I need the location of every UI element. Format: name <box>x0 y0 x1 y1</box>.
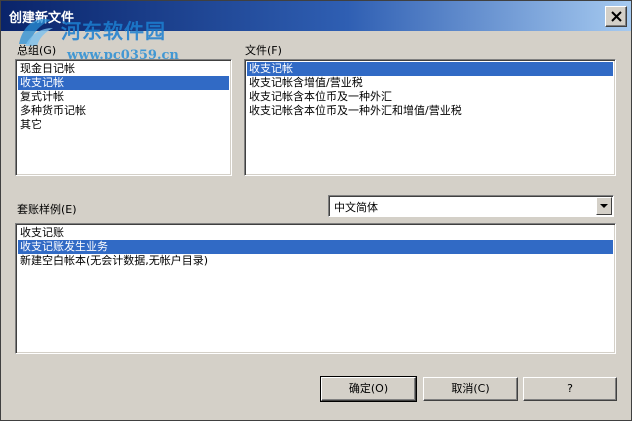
group-listbox[interactable]: 现金日记帐 收支记帐 复式计帐 多种货币记帐 其它 <box>15 59 232 176</box>
watermark-logo <box>19 19 53 46</box>
file-list-item[interactable]: 收支记帐含增值/营业税 <box>247 76 613 90</box>
group-list-item[interactable]: 其它 <box>18 118 229 132</box>
ok-button[interactable]: 确定(O) <box>320 376 417 402</box>
sample-label: 套账样例(E) <box>17 203 77 216</box>
close-icon <box>611 11 622 22</box>
files-listbox[interactable]: 收支记帐 收支记帐含增值/营业税 收支记帐含本位币及一种外汇 收支记帐含本位币及一种外… <box>244 59 616 176</box>
sample-list-item[interactable]: 收支记账发生业务 <box>18 240 613 254</box>
help-button[interactable]: ? <box>523 377 617 401</box>
language-dropdown-button[interactable] <box>596 197 612 215</box>
group-label: 总组(G) <box>17 44 57 57</box>
language-select-value: 中文简体 <box>334 201 378 214</box>
files-label: 文件(F) <box>245 44 282 57</box>
file-list-item[interactable]: 收支记帐 <box>247 62 613 76</box>
file-list-item[interactable]: 收支记帐含本位币及一种外汇 <box>247 90 613 104</box>
file-list-item[interactable]: 收支记帐含本位币及一种外汇和增值/营业税 <box>247 104 613 118</box>
group-list-item[interactable]: 复式计帐 <box>18 90 229 104</box>
watermark-name: 河东软件园 <box>61 19 166 43</box>
cancel-button[interactable]: 取消(C) <box>423 377 518 401</box>
sample-listbox[interactable]: 收支记账 收支记账发生业务 新建空白帐本(无会计数据,无帐户目录) <box>15 223 616 354</box>
sample-list-item[interactable]: 新建空白帐本(无会计数据,无帐户目录) <box>18 254 613 268</box>
group-list-item[interactable]: 现金日记帐 <box>18 62 229 76</box>
close-button[interactable] <box>605 6 627 27</box>
language-select[interactable]: 中文简体 <box>328 195 614 217</box>
sample-list-item[interactable]: 收支记账 <box>18 226 613 240</box>
group-list-item[interactable]: 收支记帐 <box>18 76 229 90</box>
chevron-down-icon <box>600 204 608 208</box>
create-new-file-dialog: 创建新文件 河东软件园 www.pc0359.cn 总组(G) 现金日记帐 收支记… <box>0 0 632 421</box>
group-list-item[interactable]: 多种货币记帐 <box>18 104 229 118</box>
